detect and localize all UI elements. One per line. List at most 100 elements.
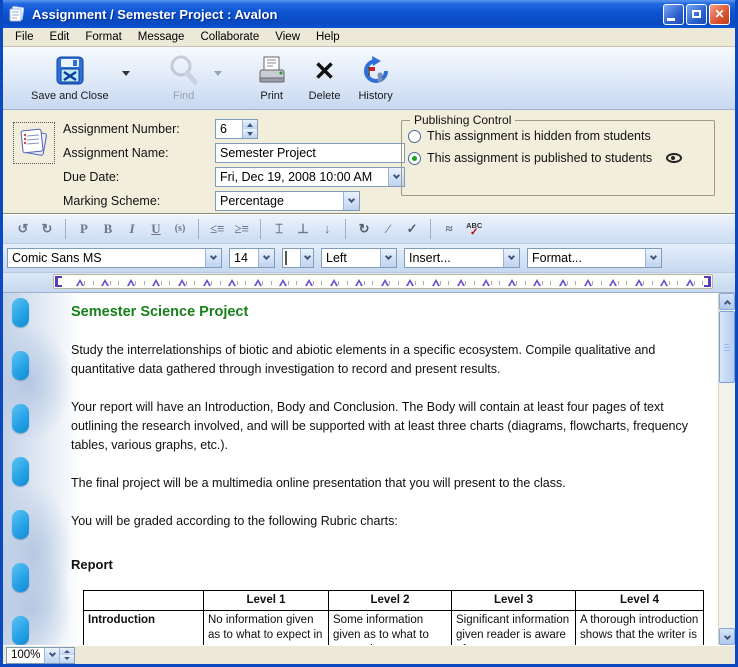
font-family-dropdown-button[interactable] bbox=[205, 249, 221, 267]
menu-file[interactable]: File bbox=[7, 30, 42, 44]
zoom-down-button[interactable] bbox=[60, 655, 74, 663]
tab-stop-marker[interactable] bbox=[533, 279, 541, 286]
history-button[interactable]: History bbox=[354, 51, 396, 104]
scrollbar-thumb[interactable] bbox=[719, 311, 735, 383]
font-size-combobox[interactable]: 14 bbox=[229, 248, 275, 268]
baseline-icon[interactable]: ⊥ bbox=[296, 221, 310, 237]
undo-icon[interactable]: ↺ bbox=[16, 221, 30, 237]
format-dropdown-button[interactable] bbox=[645, 249, 661, 267]
assignment-number-stepper[interactable]: 6 bbox=[215, 119, 258, 139]
move-down-icon[interactable]: ↓ bbox=[320, 221, 334, 237]
tab-stop-marker[interactable] bbox=[660, 279, 668, 286]
tab-stop-marker[interactable] bbox=[330, 279, 338, 286]
tab-stop-marker[interactable] bbox=[635, 279, 643, 286]
format-combobox[interactable]: Format... bbox=[527, 248, 662, 268]
italic-icon[interactable]: I bbox=[125, 221, 139, 237]
tab-stop-marker[interactable] bbox=[381, 279, 389, 286]
scrollbar-track[interactable] bbox=[719, 384, 735, 628]
pencil-icon[interactable]: ∕ bbox=[381, 221, 395, 237]
tab-stop-marker[interactable] bbox=[406, 279, 414, 286]
tab-stop-marker[interactable] bbox=[178, 279, 186, 286]
zoom-control[interactable]: 100% bbox=[6, 647, 75, 664]
ruler[interactable] bbox=[53, 274, 713, 289]
outdent-icon[interactable]: ≤≡ bbox=[210, 221, 225, 237]
marking-scheme-combobox[interactable]: Percentage bbox=[215, 191, 360, 211]
menu-message[interactable]: Message bbox=[130, 30, 193, 44]
indent-icon[interactable]: ≥≡ bbox=[235, 221, 250, 237]
zoom-dropdown-button[interactable] bbox=[44, 648, 59, 663]
find-dropdown[interactable] bbox=[211, 55, 225, 91]
tab-stop-marker[interactable] bbox=[203, 279, 211, 286]
save-and-close-dropdown[interactable] bbox=[119, 55, 133, 91]
tab-stop-marker[interactable] bbox=[101, 279, 109, 286]
font-size-dropdown-button[interactable] bbox=[258, 249, 274, 267]
ruler-right-margin-marker[interactable] bbox=[704, 276, 711, 287]
font-color-combobox[interactable] bbox=[282, 248, 314, 268]
menu-edit[interactable]: Edit bbox=[42, 30, 78, 44]
rotate-icon[interactable]: ↻ bbox=[357, 221, 371, 237]
find-button[interactable]: Find bbox=[163, 51, 205, 104]
redo-icon[interactable]: ↻ bbox=[40, 221, 54, 237]
font-color-dropdown-button[interactable] bbox=[300, 249, 313, 267]
vertical-scrollbar[interactable] bbox=[718, 293, 735, 645]
delete-button[interactable]: ✕ Delete bbox=[305, 51, 345, 104]
accept-icon[interactable]: ✓ bbox=[405, 221, 419, 237]
tab-stop-marker[interactable] bbox=[254, 279, 262, 286]
publish-option-hidden[interactable]: This assignment is hidden from students bbox=[408, 125, 708, 147]
tab-stop-marker[interactable] bbox=[127, 279, 135, 286]
close-icon: ✕ bbox=[714, 7, 724, 21]
close-button[interactable]: ✕ bbox=[709, 4, 730, 25]
tab-stop-marker[interactable] bbox=[584, 279, 592, 286]
maximize-button[interactable] bbox=[686, 4, 707, 25]
tab-stop-marker[interactable] bbox=[559, 279, 567, 286]
spin-down-button[interactable] bbox=[243, 129, 257, 138]
menu-help[interactable]: Help bbox=[308, 30, 348, 44]
assignment-name-field[interactable]: Semester Project bbox=[215, 143, 405, 163]
marking-scheme-dropdown-button[interactable] bbox=[343, 192, 359, 210]
signature-icon[interactable]: ≈ bbox=[442, 221, 456, 237]
publish-option-published[interactable]: This assignment is published to students bbox=[408, 147, 708, 169]
insert-dropdown-button[interactable] bbox=[503, 249, 519, 267]
tab-stop-marker[interactable] bbox=[609, 279, 617, 286]
ruler-left-margin-marker[interactable] bbox=[55, 276, 62, 287]
spell-check-icon[interactable]: ABC ✓ bbox=[466, 222, 482, 236]
radio-hidden[interactable] bbox=[408, 130, 421, 143]
tab-stop-marker[interactable] bbox=[305, 279, 313, 286]
align-dropdown-button[interactable] bbox=[380, 249, 396, 267]
tab-stop-marker[interactable] bbox=[279, 279, 287, 286]
tab-stop-marker[interactable] bbox=[686, 279, 694, 286]
tab-stop-marker[interactable] bbox=[76, 279, 84, 286]
scroll-down-button[interactable] bbox=[719, 628, 735, 645]
tab-stop-marker[interactable] bbox=[482, 279, 490, 286]
insert-combobox[interactable]: Insert... bbox=[404, 248, 520, 268]
strikethrough-icon[interactable]: (s) bbox=[173, 221, 187, 237]
zoom-stepper[interactable] bbox=[59, 648, 74, 663]
menu-format[interactable]: Format bbox=[77, 30, 129, 44]
plain-style-icon[interactable]: P bbox=[77, 221, 91, 237]
bold-icon[interactable]: B bbox=[101, 221, 115, 237]
font-family-combobox[interactable]: Comic Sans MS bbox=[7, 248, 222, 268]
underline-icon[interactable]: U bbox=[149, 221, 163, 237]
tab-stop-icon[interactable]: ⌶ bbox=[272, 221, 286, 237]
menu-collaborate[interactable]: Collaborate bbox=[192, 30, 267, 44]
tab-stop-marker[interactable] bbox=[508, 279, 516, 286]
minimize-button[interactable] bbox=[663, 4, 684, 25]
print-button[interactable]: Print bbox=[251, 51, 293, 104]
assignment-item-icon[interactable] bbox=[13, 122, 55, 164]
tab-stop-marker[interactable] bbox=[228, 279, 236, 286]
scroll-up-button[interactable] bbox=[719, 293, 735, 310]
tab-stop-marker[interactable] bbox=[152, 279, 160, 286]
tab-stop-marker[interactable] bbox=[432, 279, 440, 286]
document-content[interactable]: Semester Science Project Study the inter… bbox=[71, 299, 710, 645]
spin-up-icon bbox=[64, 650, 70, 653]
tab-stop-marker[interactable] bbox=[457, 279, 465, 286]
radio-published[interactable] bbox=[408, 152, 421, 165]
document-page[interactable]: Semester Science Project Study the inter… bbox=[3, 293, 718, 645]
save-and-close-button[interactable]: Save and Close bbox=[27, 51, 113, 104]
spin-up-button[interactable] bbox=[243, 120, 257, 129]
due-date-combobox[interactable]: Fri, Dec 19, 2008 10:00 AM bbox=[215, 167, 405, 187]
align-combobox[interactable]: Left bbox=[321, 248, 397, 268]
tab-stop-marker[interactable] bbox=[355, 279, 363, 286]
zoom-up-button[interactable] bbox=[60, 648, 74, 656]
menu-view[interactable]: View bbox=[267, 30, 308, 44]
